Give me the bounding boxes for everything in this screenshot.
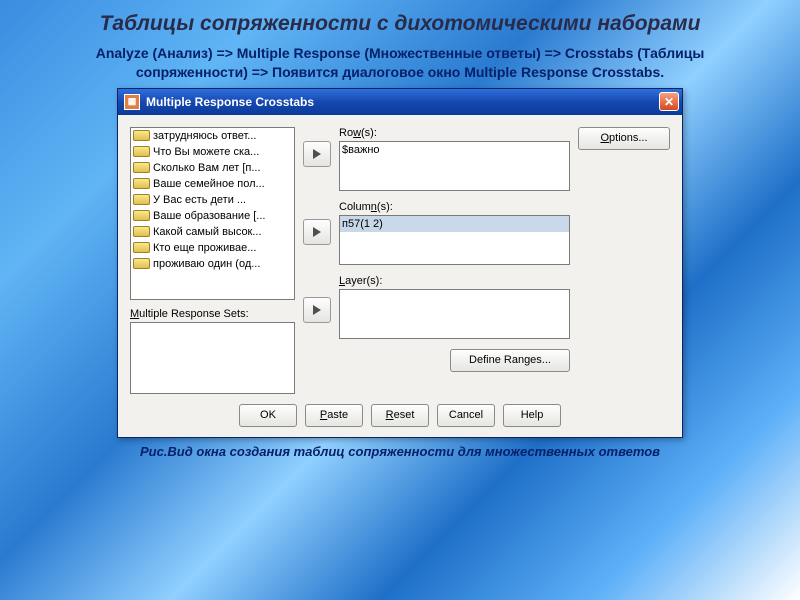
titlebar: ▦ Multiple Response Crosstabs ✕ xyxy=(118,89,682,115)
close-button[interactable]: ✕ xyxy=(659,92,679,111)
dialog-body: затрудняюсь ответ... Что Вы можете ска..… xyxy=(118,115,682,437)
paste-button[interactable]: Paste xyxy=(305,404,363,427)
slide-subtitle: Analyze (Анализ) => Multiple Response (М… xyxy=(0,39,800,88)
ruler-icon xyxy=(133,210,150,221)
layers-label: Layer(s): xyxy=(339,275,570,287)
list-item[interactable]: У Вас есть дети ... xyxy=(131,192,294,208)
ruler-icon xyxy=(133,130,150,141)
help-button[interactable]: Help xyxy=(503,404,561,427)
column-item-label: п57(1 2) xyxy=(342,218,383,230)
variable-label: Что Вы можете ска... xyxy=(153,146,259,158)
rows-listbox[interactable]: $важно xyxy=(339,141,570,191)
variable-label: затрудняюсь ответ... xyxy=(153,130,256,142)
cancel-button[interactable]: Cancel xyxy=(437,404,495,427)
layers-listbox[interactable] xyxy=(339,289,570,339)
options-button[interactable]: Options... xyxy=(578,127,670,150)
ruler-icon xyxy=(133,162,150,173)
variable-label: Кто еще проживае... xyxy=(153,242,256,254)
reset-button[interactable]: Reset xyxy=(371,404,429,427)
list-item[interactable]: Ваше образование [... xyxy=(131,208,294,224)
bottom-button-row: OK Paste Reset Cancel Help xyxy=(130,404,670,427)
variable-label: Ваше образование [... xyxy=(153,210,265,222)
move-to-columns-button[interactable] xyxy=(303,219,331,245)
ruler-icon xyxy=(133,242,150,253)
arrow-right-icon xyxy=(311,226,323,238)
variable-label: проживаю один (од... xyxy=(153,258,260,270)
figure-caption: Рис.Вид окна создания таблиц сопряженнос… xyxy=(0,438,800,459)
app-icon: ▦ xyxy=(124,94,140,110)
list-item[interactable]: Что Вы можете ска... xyxy=(131,144,294,160)
variable-label: У Вас есть дети ... xyxy=(153,194,246,206)
variable-label: Сколько Вам лет [п... xyxy=(153,162,261,174)
ruler-icon xyxy=(133,178,150,189)
sets-listbox[interactable] xyxy=(130,322,295,394)
arrow-right-icon xyxy=(311,148,323,160)
dialog-title: Multiple Response Crosstabs xyxy=(146,95,659,109)
variables-listbox[interactable]: затрудняюсь ответ... Что Вы можете ска..… xyxy=(130,127,295,300)
columns-listbox[interactable]: п57(1 2) xyxy=(339,215,570,265)
list-item[interactable]: Ваше семейное пол... xyxy=(131,176,294,192)
sets-label: Multiple Response Sets: xyxy=(130,308,295,320)
slide-title: Таблицы сопряженности с дихотомическими … xyxy=(0,0,800,39)
list-item[interactable]: Какой самый высок... xyxy=(131,224,294,240)
ok-button[interactable]: OK xyxy=(239,404,297,427)
move-to-rows-button[interactable] xyxy=(303,141,331,167)
variable-label: Какой самый высок... xyxy=(153,226,262,238)
list-item[interactable]: затрудняюсь ответ... xyxy=(131,128,294,144)
dialog-window: ▦ Multiple Response Crosstabs ✕ затрудня… xyxy=(117,88,683,438)
rows-label: Row(s): xyxy=(339,127,570,139)
row-item[interactable]: $важно xyxy=(340,142,569,158)
column-item[interactable]: п57(1 2) xyxy=(340,216,569,232)
arrow-right-icon xyxy=(311,304,323,316)
ruler-icon xyxy=(133,194,150,205)
list-item[interactable]: Сколько Вам лет [п... xyxy=(131,160,294,176)
ruler-icon xyxy=(133,258,150,269)
move-to-layers-button[interactable] xyxy=(303,297,331,323)
ruler-icon xyxy=(133,226,150,237)
define-ranges-button[interactable]: Define Ranges... xyxy=(450,349,570,372)
variable-label: Ваше семейное пол... xyxy=(153,178,265,190)
columns-label: Column(s): xyxy=(339,201,570,213)
list-item[interactable]: проживаю один (од... xyxy=(131,256,294,272)
list-item[interactable]: Кто еще проживае... xyxy=(131,240,294,256)
ruler-icon xyxy=(133,146,150,157)
